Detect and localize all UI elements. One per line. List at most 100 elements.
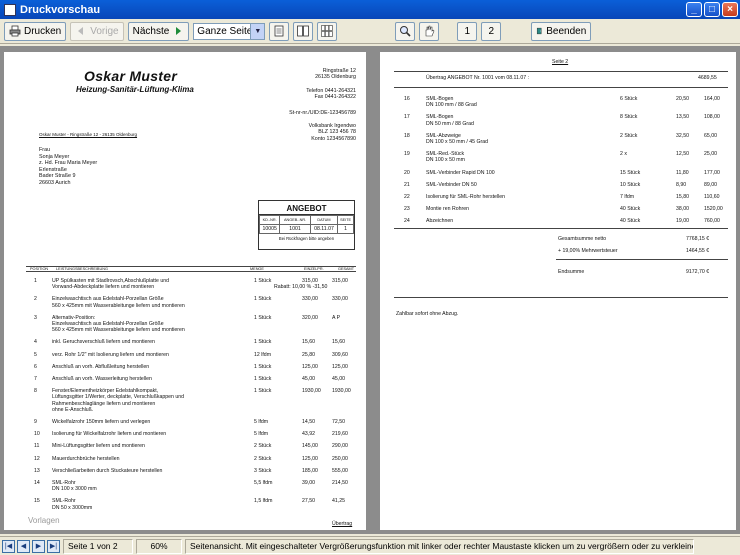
item-description-line: DN 100 mm / 88 Grad xyxy=(426,102,477,109)
window-title: Druckvorschau xyxy=(20,3,101,16)
item-number: 3 xyxy=(34,314,37,321)
single-page-button[interactable] xyxy=(269,21,290,41)
exit-button[interactable]: Beenden xyxy=(531,21,592,41)
item-quantity: 7 lfdm xyxy=(620,194,635,200)
item-description: Fenster/Elementheizkörper Edelstahlkompa… xyxy=(52,388,184,413)
item-description: Montie ren Rohren xyxy=(426,206,469,212)
item-quantity: 5,5 lfdm xyxy=(254,480,273,486)
print-preview-window: Druckvorschau _ □ × Drucken Vorige Nächs… xyxy=(0,0,740,555)
item-description: SML-Abzweige DN 100 x 50 mm / 45 Grad xyxy=(426,133,488,145)
offer-note: Bei Rückfragen bitte angeben xyxy=(278,236,335,241)
item-number: 6 xyxy=(34,363,37,370)
item-total: 15,60 xyxy=(332,339,345,346)
company-address: Ringstraße 12 26135 Oldenburg xyxy=(315,68,356,81)
item-total: 555,00 xyxy=(332,467,348,474)
item-number: 8 xyxy=(34,388,37,395)
item-description-line: 560 x 425mm mit Wasserableitunge liefern… xyxy=(52,327,185,334)
item-description-line: Wickelfalzrohr 150mm liefern und verlege… xyxy=(52,419,151,425)
item-total: 108,00 xyxy=(704,114,720,121)
item-total: 315,00 xyxy=(332,278,348,284)
single-page-icon xyxy=(274,25,284,37)
item-quantity: 8 Stück xyxy=(620,114,638,121)
item-total: 214,50 xyxy=(332,480,348,486)
item-description-line: SML-Verbinder Rapid DN 100 xyxy=(426,169,495,176)
next-page-icon[interactable]: ▶ xyxy=(32,539,45,553)
item-quantity: 1 Stück xyxy=(254,388,272,395)
item-description-line: Verschließarbeiten durch Stuckateure her… xyxy=(52,467,163,474)
hand-tool-button[interactable] xyxy=(419,21,440,41)
item-description-line: 560 x 425mm mit Wasserableitunge liefern… xyxy=(52,302,185,309)
item-unit-price: 32,50 xyxy=(676,132,689,139)
company-contact: Telefon 0441-264321 Fax 0441-264322 xyxy=(306,88,356,101)
item-unit-price: 27,50 xyxy=(302,498,315,505)
item-total: 89,00 xyxy=(704,181,717,188)
divider xyxy=(394,297,728,298)
item-description: SML-Verbinder Rapid DN 100 xyxy=(426,170,495,176)
col-desc: LEISTUNGSBESCHREIBUNG xyxy=(56,267,108,271)
item-number: 5 xyxy=(34,351,37,358)
minimize-button[interactable]: _ xyxy=(686,2,702,17)
app-icon xyxy=(4,3,16,16)
item-description: Verschließarbeiten durch Stuckateure her… xyxy=(52,468,162,474)
item-number: 23 xyxy=(404,206,410,213)
item-description-line: Isolierung für Wickelfalzrohr liefern un… xyxy=(52,431,167,438)
total-value: 9172,70 € xyxy=(686,269,710,275)
item-quantity: 2 Stück xyxy=(254,455,272,462)
offer-meta-table: KD.-NR. ANGEB.-NR. DATUM SEITE 10005 100… xyxy=(258,215,354,234)
prev-label: Vorige xyxy=(90,25,119,37)
zoom-button[interactable] xyxy=(395,21,416,41)
item-number: 18 xyxy=(404,132,410,139)
maximize-button[interactable]: □ xyxy=(704,2,720,17)
prev-page-icon[interactable]: ◀ xyxy=(17,539,30,553)
item-total: 41,25 xyxy=(332,498,345,505)
title-bar[interactable]: Druckvorschau _ □ × xyxy=(0,0,740,19)
item-description-line: Mauerdurchbrüche herstellen xyxy=(52,455,120,462)
item-quantity: 1 Stück xyxy=(254,376,272,382)
item-description: Mauerdurchbrüche herstellen xyxy=(52,456,119,462)
carry-label: Übertrag xyxy=(332,521,353,527)
item-unit-price: 38,00 xyxy=(676,206,689,213)
item-unit-price: 320,00 xyxy=(302,314,318,321)
recipient-line: z. Hd. Frau Maria Meyer xyxy=(39,160,98,166)
close-button[interactable]: × xyxy=(722,2,738,17)
prev-page-button[interactable]: Vorige xyxy=(70,21,124,41)
first-page-icon[interactable]: |◀ xyxy=(2,539,15,553)
magnifier-icon xyxy=(400,26,411,37)
item-quantity: 1,5 lfdm xyxy=(254,498,273,505)
status-hint: Seitenansicht. Mit eingeschalteter Vergr… xyxy=(185,538,694,554)
item-unit-price: 43,92 xyxy=(302,431,315,438)
item-description: SML-Rohr DN 50 x 3000mm xyxy=(52,498,92,510)
two-pages-button[interactable] xyxy=(293,21,314,41)
address-city: 26135 Oldenburg xyxy=(315,74,356,81)
payment-terms: Zahlbar sofort ohne Abzug. xyxy=(396,311,459,317)
offer-col-seite: SEITE xyxy=(337,215,354,225)
carry-over-value: 4689,55 xyxy=(698,75,717,81)
next-page-button[interactable]: Nächste xyxy=(127,21,190,41)
preview-area[interactable]: Oskar Muster Heizung-Sanitär-Lüftung-Kli… xyxy=(0,46,740,534)
print-button[interactable]: Drucken xyxy=(4,21,67,41)
page-1-button[interactable]: 1 xyxy=(457,21,478,41)
item-description: SML-Bogen DN 50 mm / 88 Grad xyxy=(426,114,474,126)
item-quantity: 10 Stück xyxy=(620,181,641,188)
item-total: 72,50 xyxy=(332,419,345,425)
chevron-down-icon[interactable]: ▼ xyxy=(250,23,265,39)
company-name: Oskar Muster xyxy=(84,68,178,84)
next-label: Nächste xyxy=(132,25,170,37)
item-number: 22 xyxy=(404,194,410,200)
multi-pages-button[interactable] xyxy=(317,21,338,41)
offer-seite: 1 xyxy=(337,224,354,234)
zoom-select[interactable]: Ganze Seite ▼ xyxy=(193,22,266,40)
page-2-button[interactable]: 2 xyxy=(481,21,502,41)
offer-datum: 08.11.07 xyxy=(309,224,339,234)
item-description-line: Anschluß an vorh. Abflußleitung herstell… xyxy=(52,363,150,370)
item-number: 1 xyxy=(34,278,37,284)
item-unit-price: 11,80 xyxy=(676,169,689,176)
divider xyxy=(394,87,728,88)
toolbar: Drucken Vorige Nächste Ganze Seite ▼ 1 2… xyxy=(0,19,740,44)
print-label: Drucken xyxy=(24,25,62,37)
item-quantity: 1 Stück xyxy=(254,278,272,284)
item-number: 19 xyxy=(404,151,410,158)
item-description-line: ohne E-Anschluß. xyxy=(52,406,94,413)
last-page-icon[interactable]: ▶| xyxy=(47,539,60,553)
item-total: 760,00 xyxy=(704,218,720,225)
